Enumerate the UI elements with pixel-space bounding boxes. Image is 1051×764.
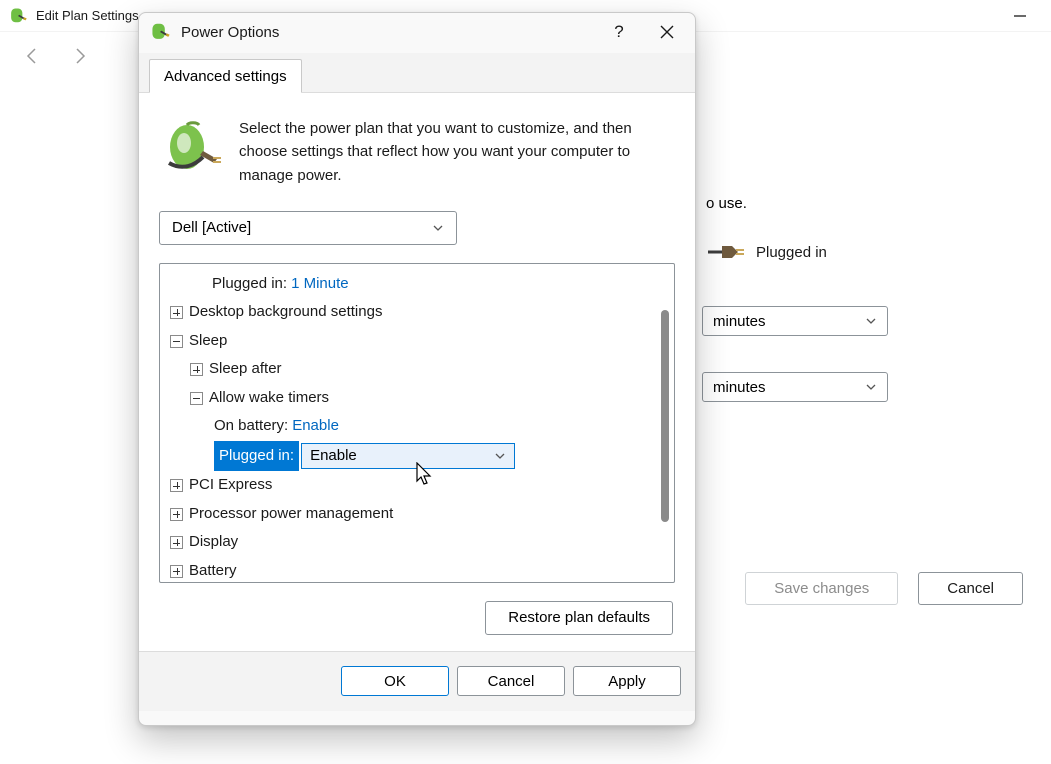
tree-allow-wake[interactable]: Allow wake timers xyxy=(164,384,652,413)
tree-display[interactable]: Display xyxy=(164,528,652,557)
expand-icon[interactable] xyxy=(170,536,183,549)
on-battery-value[interactable]: Enable xyxy=(292,412,339,441)
chevron-down-icon xyxy=(432,222,444,234)
plugged-in-combo[interactable]: Enable xyxy=(301,443,515,469)
collapse-icon[interactable] xyxy=(190,392,203,405)
dialog-footer: OK Cancel Apply xyxy=(139,651,695,711)
collapse-icon[interactable] xyxy=(170,335,183,348)
tree-sleep[interactable]: Sleep xyxy=(164,327,652,356)
dialog-title: Power Options xyxy=(181,24,279,41)
bg-use-text: o use. xyxy=(706,195,747,212)
tree-on-battery[interactable]: On battery: Enable xyxy=(164,412,652,441)
bg-sleep-select-2[interactable]: minutes xyxy=(702,372,888,402)
tree-plugged-in-top[interactable]: Plugged in: 1 Minute xyxy=(164,270,652,299)
cancel-button[interactable]: Cancel xyxy=(457,666,565,696)
scrollbar-thumb[interactable] xyxy=(661,310,669,522)
power-options-dialog: Power Options ? Advanced settings xyxy=(138,12,696,726)
nav-back-icon[interactable] xyxy=(22,46,42,66)
power-plan-value: Dell [Active] xyxy=(172,219,251,236)
intro-row: Select the power plan that you want to c… xyxy=(163,117,671,187)
expand-icon[interactable] xyxy=(170,306,183,319)
expand-icon[interactable] xyxy=(190,363,203,376)
tree-plugged-selected[interactable]: Plugged in: Enable xyxy=(164,441,652,472)
save-changes-button[interactable]: Save changes xyxy=(745,572,898,605)
plugged-in-selected-label: Plugged in: xyxy=(214,441,299,472)
bg-select-2-value: minutes xyxy=(713,379,766,396)
expand-icon[interactable] xyxy=(170,565,183,578)
apply-button[interactable]: Apply xyxy=(573,666,681,696)
power-options-icon xyxy=(149,21,171,43)
plug-icon xyxy=(706,240,746,264)
bg-cancel-button[interactable]: Cancel xyxy=(918,572,1023,605)
bg-plugged-header: Plugged in xyxy=(706,240,827,264)
dialog-titlebar: Power Options ? xyxy=(139,13,695,51)
settings-tree: Plugged in: 1 Minute Desktop background … xyxy=(159,263,675,583)
chevron-down-icon xyxy=(494,450,506,462)
tree-processor[interactable]: Processor power management xyxy=(164,500,652,529)
tree-pci[interactable]: PCI Express xyxy=(164,471,652,500)
battery-large-icon xyxy=(163,117,223,177)
tab-strip: Advanced settings xyxy=(139,53,695,93)
intro-text: Select the power plan that you want to c… xyxy=(239,117,671,187)
minimize-button[interactable] xyxy=(997,2,1043,29)
dialog-body: Select the power plan that you want to c… xyxy=(139,93,695,651)
plugged-in-combo-value: Enable xyxy=(310,442,357,471)
tab-advanced-settings[interactable]: Advanced settings xyxy=(149,59,302,93)
close-button[interactable] xyxy=(643,13,691,51)
ok-button[interactable]: OK xyxy=(341,666,449,696)
bg-plugged-label: Plugged in xyxy=(756,244,827,261)
tree-battery[interactable]: Battery xyxy=(164,557,652,582)
bg-select-1-value: minutes xyxy=(713,313,766,330)
expand-icon[interactable] xyxy=(170,479,183,492)
tree-desktop-bg[interactable]: Desktop background settings xyxy=(164,298,652,327)
help-button[interactable]: ? xyxy=(595,13,643,51)
tree-sleep-after[interactable]: Sleep after xyxy=(164,355,652,384)
bg-window-title: Edit Plan Settings xyxy=(36,8,139,23)
restore-defaults-button[interactable]: Restore plan defaults xyxy=(485,601,673,635)
nav-forward-icon[interactable] xyxy=(70,46,90,66)
plugged-in-top-value[interactable]: 1 Minute xyxy=(291,270,349,299)
power-plan-select[interactable]: Dell [Active] xyxy=(159,211,457,245)
tree-scrollbar[interactable] xyxy=(656,264,674,582)
bg-sleep-select-1[interactable]: minutes xyxy=(702,306,888,336)
battery-plug-icon xyxy=(8,6,28,26)
expand-icon[interactable] xyxy=(170,508,183,521)
